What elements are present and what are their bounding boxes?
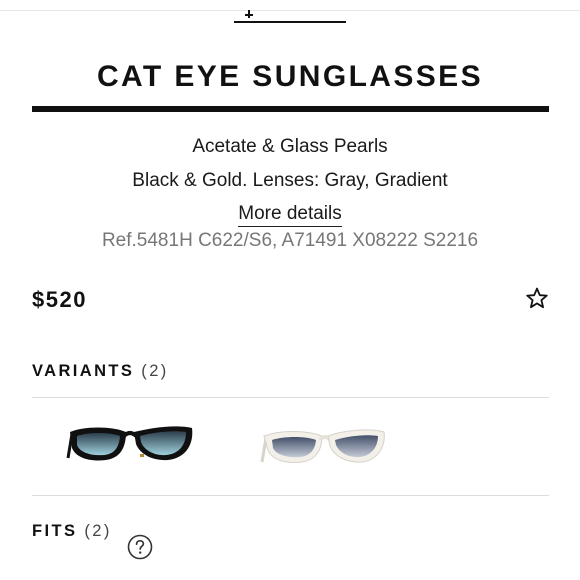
question-circle-icon[interactable] [127,534,153,560]
product-title: CAT EYE SUNGLASSES [96,60,484,93]
variants-label: VARIANTS [32,362,135,380]
fits-label: FITS [32,522,78,540]
tab-underline [234,21,346,23]
fits-heading: FITS (2) [32,522,112,541]
star-outline-icon[interactable] [525,286,549,310]
more-details-container: More details [0,203,580,227]
variants-heading: VARIANTS (2) [32,362,169,381]
product-reference: Ref.5481H C622/S6, A71491 X08222 S2216 [101,230,479,251]
gold-detail [140,454,144,457]
section-divider [32,397,549,398]
bridge [122,431,138,438]
section-divider [32,495,549,496]
product-price: $520 [32,287,87,312]
tab-icon [245,10,253,18]
fits-count: (2) [84,522,112,540]
title-rule [32,106,549,112]
product-material: Acetate & Glass Pearls [192,136,388,157]
top-tab[interactable] [234,0,346,24]
variant-black-sunglasses[interactable] [66,418,196,470]
variants-count: (2) [141,362,169,380]
more-details-link[interactable]: More details [238,203,342,227]
variant-white-sunglasses[interactable] [260,418,388,470]
product-colors: Black & Gold. Lenses: Gray, Gradient [132,170,448,191]
